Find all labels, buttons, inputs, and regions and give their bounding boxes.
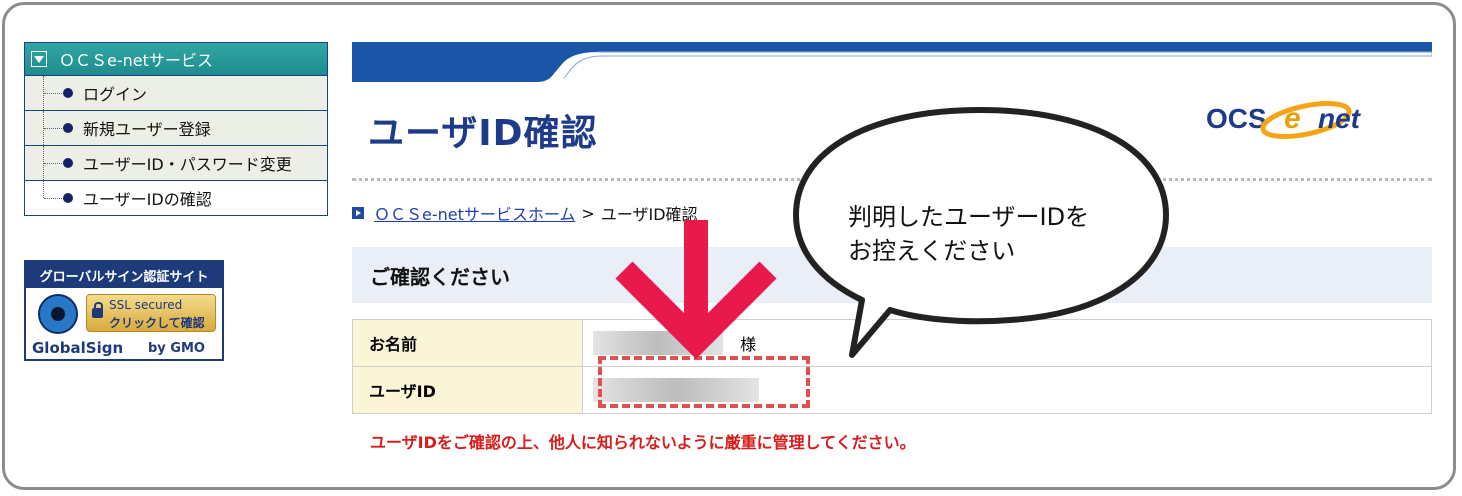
sidebar-nav: ＯＣＳe-netサービス ログイン 新規ユーザー登録 ユーザーID・パスワード変… xyxy=(24,42,328,216)
sidebar-item-register[interactable]: 新規ユーザー登録 xyxy=(25,110,327,145)
eye-icon xyxy=(38,294,78,334)
bullet-icon xyxy=(63,123,73,133)
userid-highlight-box xyxy=(598,356,810,408)
svg-text:e: e xyxy=(1284,102,1301,135)
svg-text:net: net xyxy=(1318,103,1362,134)
ssl-badge[interactable]: SSL secured クリックして確認 xyxy=(86,294,216,332)
down-arrow-icon xyxy=(615,220,777,359)
sidebar-item-label: ユーザーIDの確認 xyxy=(83,190,212,209)
sidebar-item-confirm-id[interactable]: ユーザーIDの確認 xyxy=(25,180,327,215)
by-gmo-logo: by GMO xyxy=(148,341,205,356)
breadcrumb-arrow-icon xyxy=(352,207,364,219)
sidebar-item-label: 新規ユーザー登録 xyxy=(83,120,211,139)
callout-text: 判明したユーザーIDを お控えください xyxy=(848,200,1089,268)
sidebar-header[interactable]: ＯＣＳe-netサービス xyxy=(25,43,327,75)
sidebar-item-label: ログイン xyxy=(83,85,148,104)
sidebar-item-label: ユーザーID・パスワード変更 xyxy=(83,155,292,174)
breadcrumb-separator: > xyxy=(581,203,595,223)
globalsign-logo: GlobalSign xyxy=(32,339,124,357)
sidebar-item-change-password[interactable]: ユーザーID・パスワード変更 xyxy=(25,145,327,180)
name-label: お名前 xyxy=(352,319,583,367)
globalsign-seal[interactable]: グローバルサイン認証サイト SSL secured クリックして確認 Globa… xyxy=(24,260,224,361)
bullet-icon xyxy=(63,158,73,168)
bullet-icon xyxy=(63,193,73,203)
bullet-icon xyxy=(63,88,73,98)
callout-line-1: 判明したユーザーIDを xyxy=(848,203,1090,231)
header-banner xyxy=(352,42,1432,82)
userid-label: ユーザID xyxy=(352,366,583,414)
ocsenet-logo: OCS e net xyxy=(1206,101,1362,139)
page-title: ユーザID確認 xyxy=(368,113,598,154)
click-to-verify-text: クリックして確認 xyxy=(109,316,205,330)
collapse-triangle-icon[interactable] xyxy=(31,51,47,67)
callout-line-2: お控えください xyxy=(848,237,1016,265)
lock-icon xyxy=(92,302,103,318)
svg-text:OCS: OCS xyxy=(1206,103,1267,134)
sidebar-item-login[interactable]: ログイン xyxy=(25,75,327,110)
breadcrumb-home-link[interactable]: ＯＣＳe-netサービスホーム xyxy=(374,201,575,225)
sidebar-title: ＯＣＳe-netサービス xyxy=(59,51,213,70)
table-row: ユーザID xyxy=(352,366,1432,414)
seal-header: グローバルサイン認証サイト xyxy=(26,262,222,288)
security-warning: ユーザIDをご確認の上、他人に知られないように厳重に管理してください。 xyxy=(370,433,916,452)
ssl-text: SSL secured xyxy=(109,298,183,312)
